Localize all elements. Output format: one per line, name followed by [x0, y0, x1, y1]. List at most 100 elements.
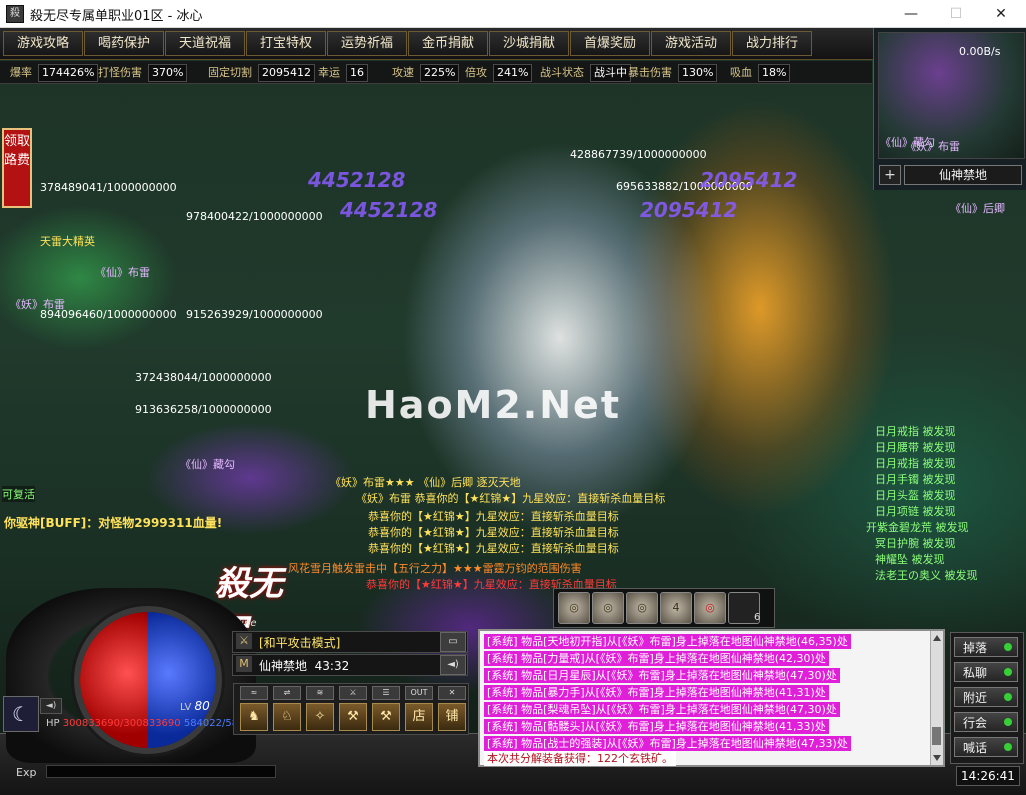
monster-hp-text: 372438044/1000000000 [135, 371, 272, 384]
window-titlebar: 殺 殺无尽专属单职业01区 - 冰心 — ☐ ✕ [0, 0, 1026, 28]
menu-fortune[interactable]: 运势祈福 [327, 31, 407, 56]
function-hotbar: ≈ ⇌ ≋ ⚔ ☰ OUT ✕ ♞ ♘ ✧ ⚒ ⚒ 店 铺 [233, 683, 469, 735]
watermark-text: HaoM2.Net [365, 383, 621, 427]
quick-slot-3[interactable]: ◎ [626, 592, 658, 624]
item-found-line: 法老王の奥义 被发现 [875, 569, 978, 582]
item-found-line: 日月戒指 被发现 [875, 425, 956, 438]
minimap-panel: 0.00B/s + 仙神禁地 [873, 28, 1026, 190]
logout-button[interactable]: OUT [405, 686, 433, 700]
hotbar-small-5[interactable]: ☰ [372, 686, 400, 700]
tab-drops[interactable]: 掉落 [954, 637, 1018, 657]
sound-toggle-button[interactable]: ◄) [440, 655, 466, 675]
claim-travel-fee-button[interactable]: 领取路费 [2, 128, 32, 208]
menu-power-ranking[interactable]: 战力排行 [732, 31, 812, 56]
hotbar-small-2[interactable]: ⇌ [273, 686, 301, 700]
quick-item-bar: ◎ ◎ ◎ 4 ◎ 6 [553, 588, 775, 628]
chat-line: [系统] 物品[力量戒]从[《妖》布雷]身上掉落在地图仙神禁地(42,30)处 [484, 651, 829, 666]
scene-announcement: 恭喜你的【★红锦★】九星效应：直接斩杀血量目标 [368, 510, 619, 523]
level-display: LV 80 [180, 699, 210, 713]
status-led-icon [1004, 668, 1012, 676]
stall-button[interactable]: 铺 [438, 703, 466, 731]
monster-hp-text: 428867739/1000000000 [570, 148, 707, 161]
monster-name[interactable]: 《仙》藏勾 [180, 456, 235, 472]
buff-message: 你驱神[BUFF]：对怪物2999311血量! [4, 516, 223, 530]
stat-lifesteal: 吸血 18% [730, 64, 791, 82]
maximize-button[interactable]: ☐ [934, 2, 978, 26]
chat-line: 本次共分解装备获得：122个玄铁矿。 [484, 751, 676, 766]
hotbar-small-4[interactable]: ⚔ [339, 686, 367, 700]
menu-game-events[interactable]: 游戏活动 [651, 31, 731, 56]
hotbar-small-1[interactable]: ≈ [240, 686, 268, 700]
chat-bubble-button[interactable]: ▭ [440, 632, 466, 652]
attack-mode[interactable]: ⚔ [和平攻击模式] [232, 631, 468, 653]
quick-slot-5[interactable]: ◎ [694, 592, 726, 624]
skill-button[interactable]: ✧ [306, 703, 334, 731]
tab-guild[interactable]: 行会 [954, 712, 1018, 732]
item-found-line: 神耀坠 被发现 [875, 553, 945, 566]
menu-game-guide[interactable]: 游戏攻略 [3, 31, 83, 56]
monster-name[interactable]: 《仙》后卿 [950, 200, 1005, 216]
network-speed: 0.00B/s [959, 45, 1001, 58]
hotbar-small-3[interactable]: ≋ [306, 686, 334, 700]
minimize-button[interactable]: — [889, 2, 933, 26]
revive-label: 可复活 [2, 486, 35, 502]
forge-button[interactable]: ⚒ [372, 703, 400, 731]
monster-hp-text: 378489041/1000000000 [40, 181, 177, 194]
monster-hp-text: 978400422/1000000000 [186, 210, 323, 223]
game-scene[interactable]: 游戏攻略 喝药保护 天道祝福 打宝特权 运势祈福 金币捐献 沙城捐献 首爆奖励 … [0, 28, 1026, 795]
damage-number: 4452128 [340, 198, 438, 222]
scroll-up-icon[interactable] [933, 635, 941, 641]
menu-first-drop-reward[interactable]: 首爆奖励 [570, 31, 650, 56]
monster-name[interactable]: 《仙》布雷 [95, 264, 150, 280]
monster-hp-text: 913636258/1000000000 [135, 403, 272, 416]
moon-icon[interactable]: ☾ [3, 696, 39, 732]
quick-slot-2[interactable]: ◎ [592, 592, 624, 624]
character-button[interactable]: ♞ [240, 703, 268, 731]
exit-button[interactable]: ✕ [438, 686, 466, 700]
menu-castle-donate[interactable]: 沙城捐献 [489, 31, 569, 56]
minimap-map-name: 仙神禁地 [904, 165, 1022, 185]
game-logo: 殺无尽 [215, 564, 283, 653]
chat-line: [系统] 物品[骷髅头]从[《妖》布雷]身上掉落在地图仙神禁地(41,33)处 [484, 719, 829, 734]
stat-combat-state: 战斗状态 战斗中 [540, 64, 631, 82]
bag-button[interactable]: ♘ [273, 703, 301, 731]
scroll-thumb[interactable] [932, 727, 941, 745]
damage-number: 2095412 [640, 198, 738, 222]
chat-line: [系统] 物品[战士的强装]从[《妖》布雷]身上掉落在地图仙神禁地(47,33)… [484, 736, 851, 751]
top-menu-bar: 游戏攻略 喝药保护 天道祝福 打宝特权 运势祈福 金币捐献 沙城捐献 首爆奖励 … [0, 28, 874, 60]
guild-button[interactable]: ⚒ [339, 703, 367, 731]
monster-name[interactable]: 《妖》布雷 [905, 138, 960, 154]
chat-line: [系统] 物品[天地初开指]从[《妖》布雷]身上掉落在地图仙神禁地(46,35)… [484, 634, 851, 649]
tab-shout[interactable]: 喊话 [954, 737, 1018, 757]
monster-name[interactable]: 《妖》布雷 [10, 296, 65, 312]
scroll-down-icon[interactable] [933, 755, 941, 761]
quick-slot-count: 6 [754, 612, 761, 623]
minimap-add-button[interactable]: + [879, 165, 901, 185]
tab-nearby[interactable]: 附近 [954, 687, 1018, 707]
chat-window[interactable]: [系统] 物品[天地初开指]从[《妖》布雷]身上掉落在地图仙神禁地(46,35)… [478, 629, 945, 767]
status-led-icon [1004, 643, 1012, 651]
damage-number: 4452128 [308, 168, 406, 192]
stat-attack-speed: 攻速 225% [392, 64, 460, 82]
item-found-line: 日月戒指 被发现 [875, 457, 956, 470]
shop-button[interactable]: 店 [405, 703, 433, 731]
status-led-icon [1004, 718, 1012, 726]
stat-crit-damage: 暴击伤害 130% [628, 64, 718, 82]
tab-private[interactable]: 私聊 [954, 662, 1018, 682]
menu-potion-protect[interactable]: 喝药保护 [84, 31, 164, 56]
quick-slot-1[interactable]: ◎ [558, 592, 590, 624]
volume-icon[interactable]: ◄) [40, 698, 62, 714]
item-found-line: 日月项链 被发现 [875, 505, 956, 518]
close-button[interactable]: ✕ [979, 2, 1023, 26]
chat-scrollbar[interactable] [930, 631, 943, 765]
window-title: 殺无尽专属单职业01区 - 冰心 [30, 9, 203, 24]
menu-gold-donate[interactable]: 金币捐献 [408, 31, 488, 56]
app-icon: 殺 [6, 5, 24, 23]
menu-treasure-privilege[interactable]: 打宝特权 [246, 31, 326, 56]
elite-name[interactable]: 天雷大精英 [40, 233, 95, 249]
menu-blessing[interactable]: 天道祝福 [165, 31, 245, 56]
hp-value: 300833690/300833690 [62, 718, 181, 729]
item-found-line: 日月头盔 被发现 [875, 489, 956, 502]
quick-slot-4[interactable]: 4 [660, 592, 692, 624]
exp-bar [46, 765, 276, 778]
